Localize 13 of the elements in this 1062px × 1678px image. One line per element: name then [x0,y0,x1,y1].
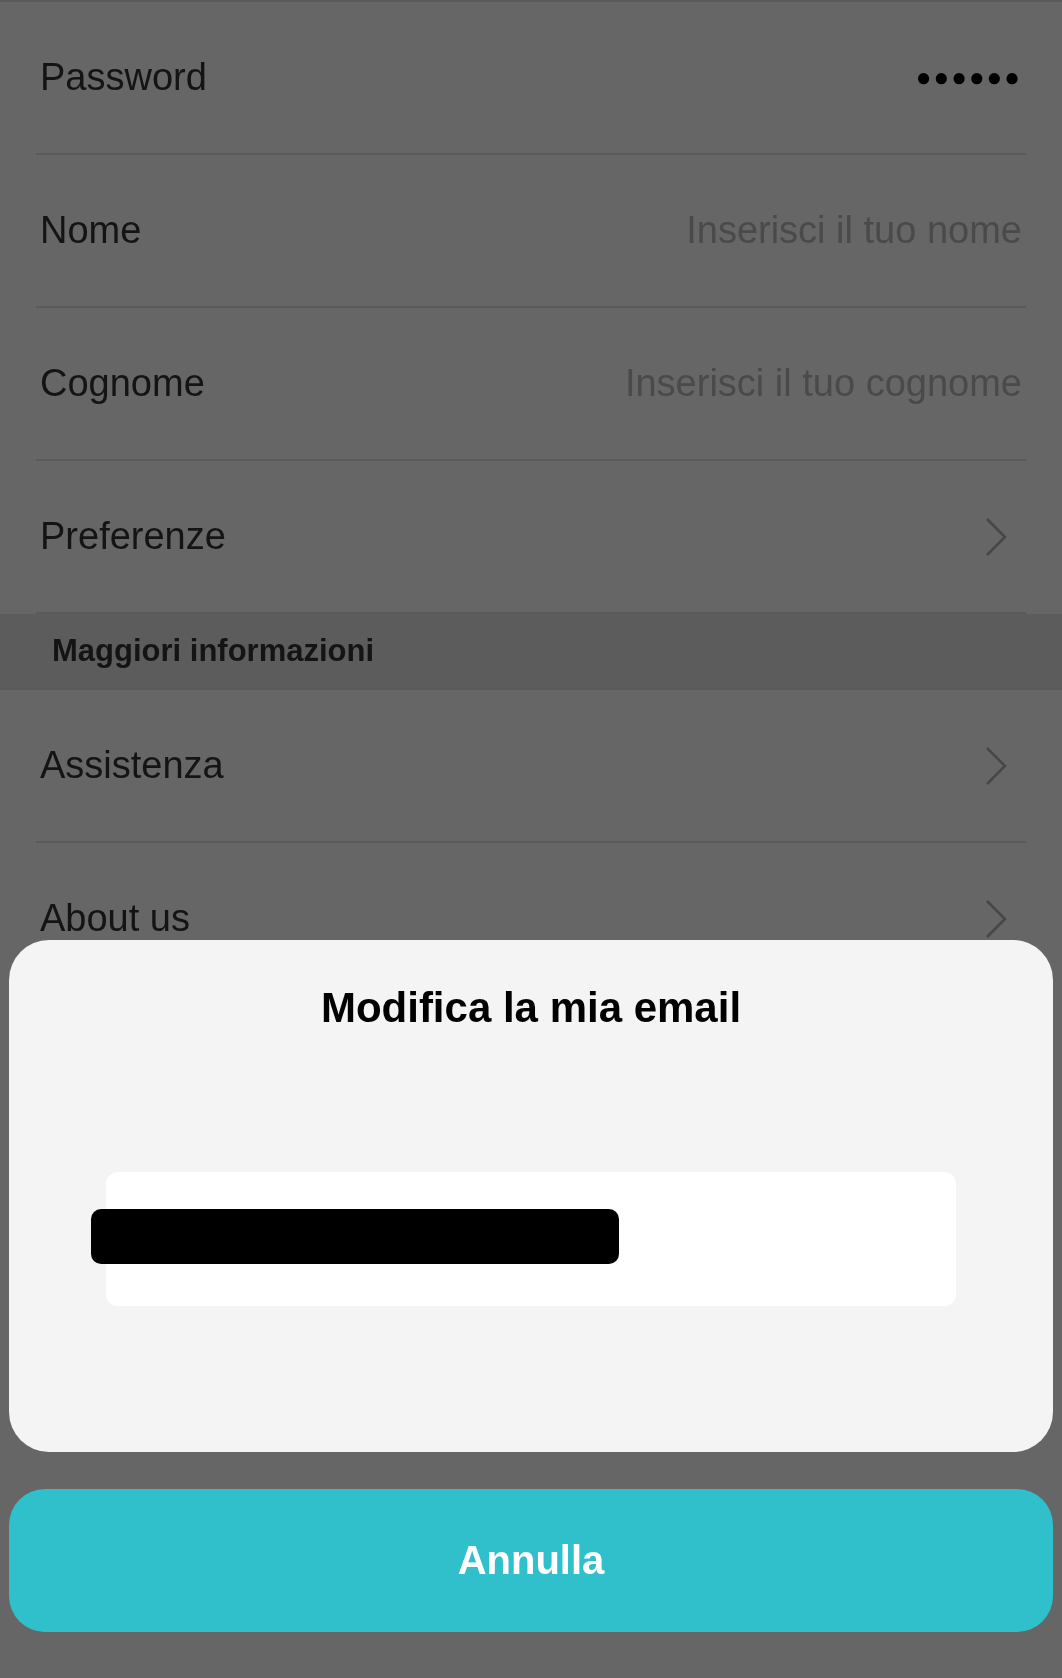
row-label: Assistenza [40,744,224,787]
chevron-right-icon[interactable] [984,516,1008,557]
section-title: Maggiori informazioni [52,633,375,669]
chevron-right-icon[interactable] [984,745,1008,786]
row-label: Preferenze [40,515,226,558]
row-label: Password [40,56,207,99]
password-value: ●●●●●● [915,62,1022,93]
cancel-button[interactable]: Annulla [9,1489,1053,1632]
row-label: Nome [40,209,142,252]
row-label: Cognome [40,362,205,405]
dialog-title: Modifica la mia email [319,984,743,1032]
row-label: About us [40,897,190,940]
chevron-right-icon[interactable] [984,898,1008,939]
